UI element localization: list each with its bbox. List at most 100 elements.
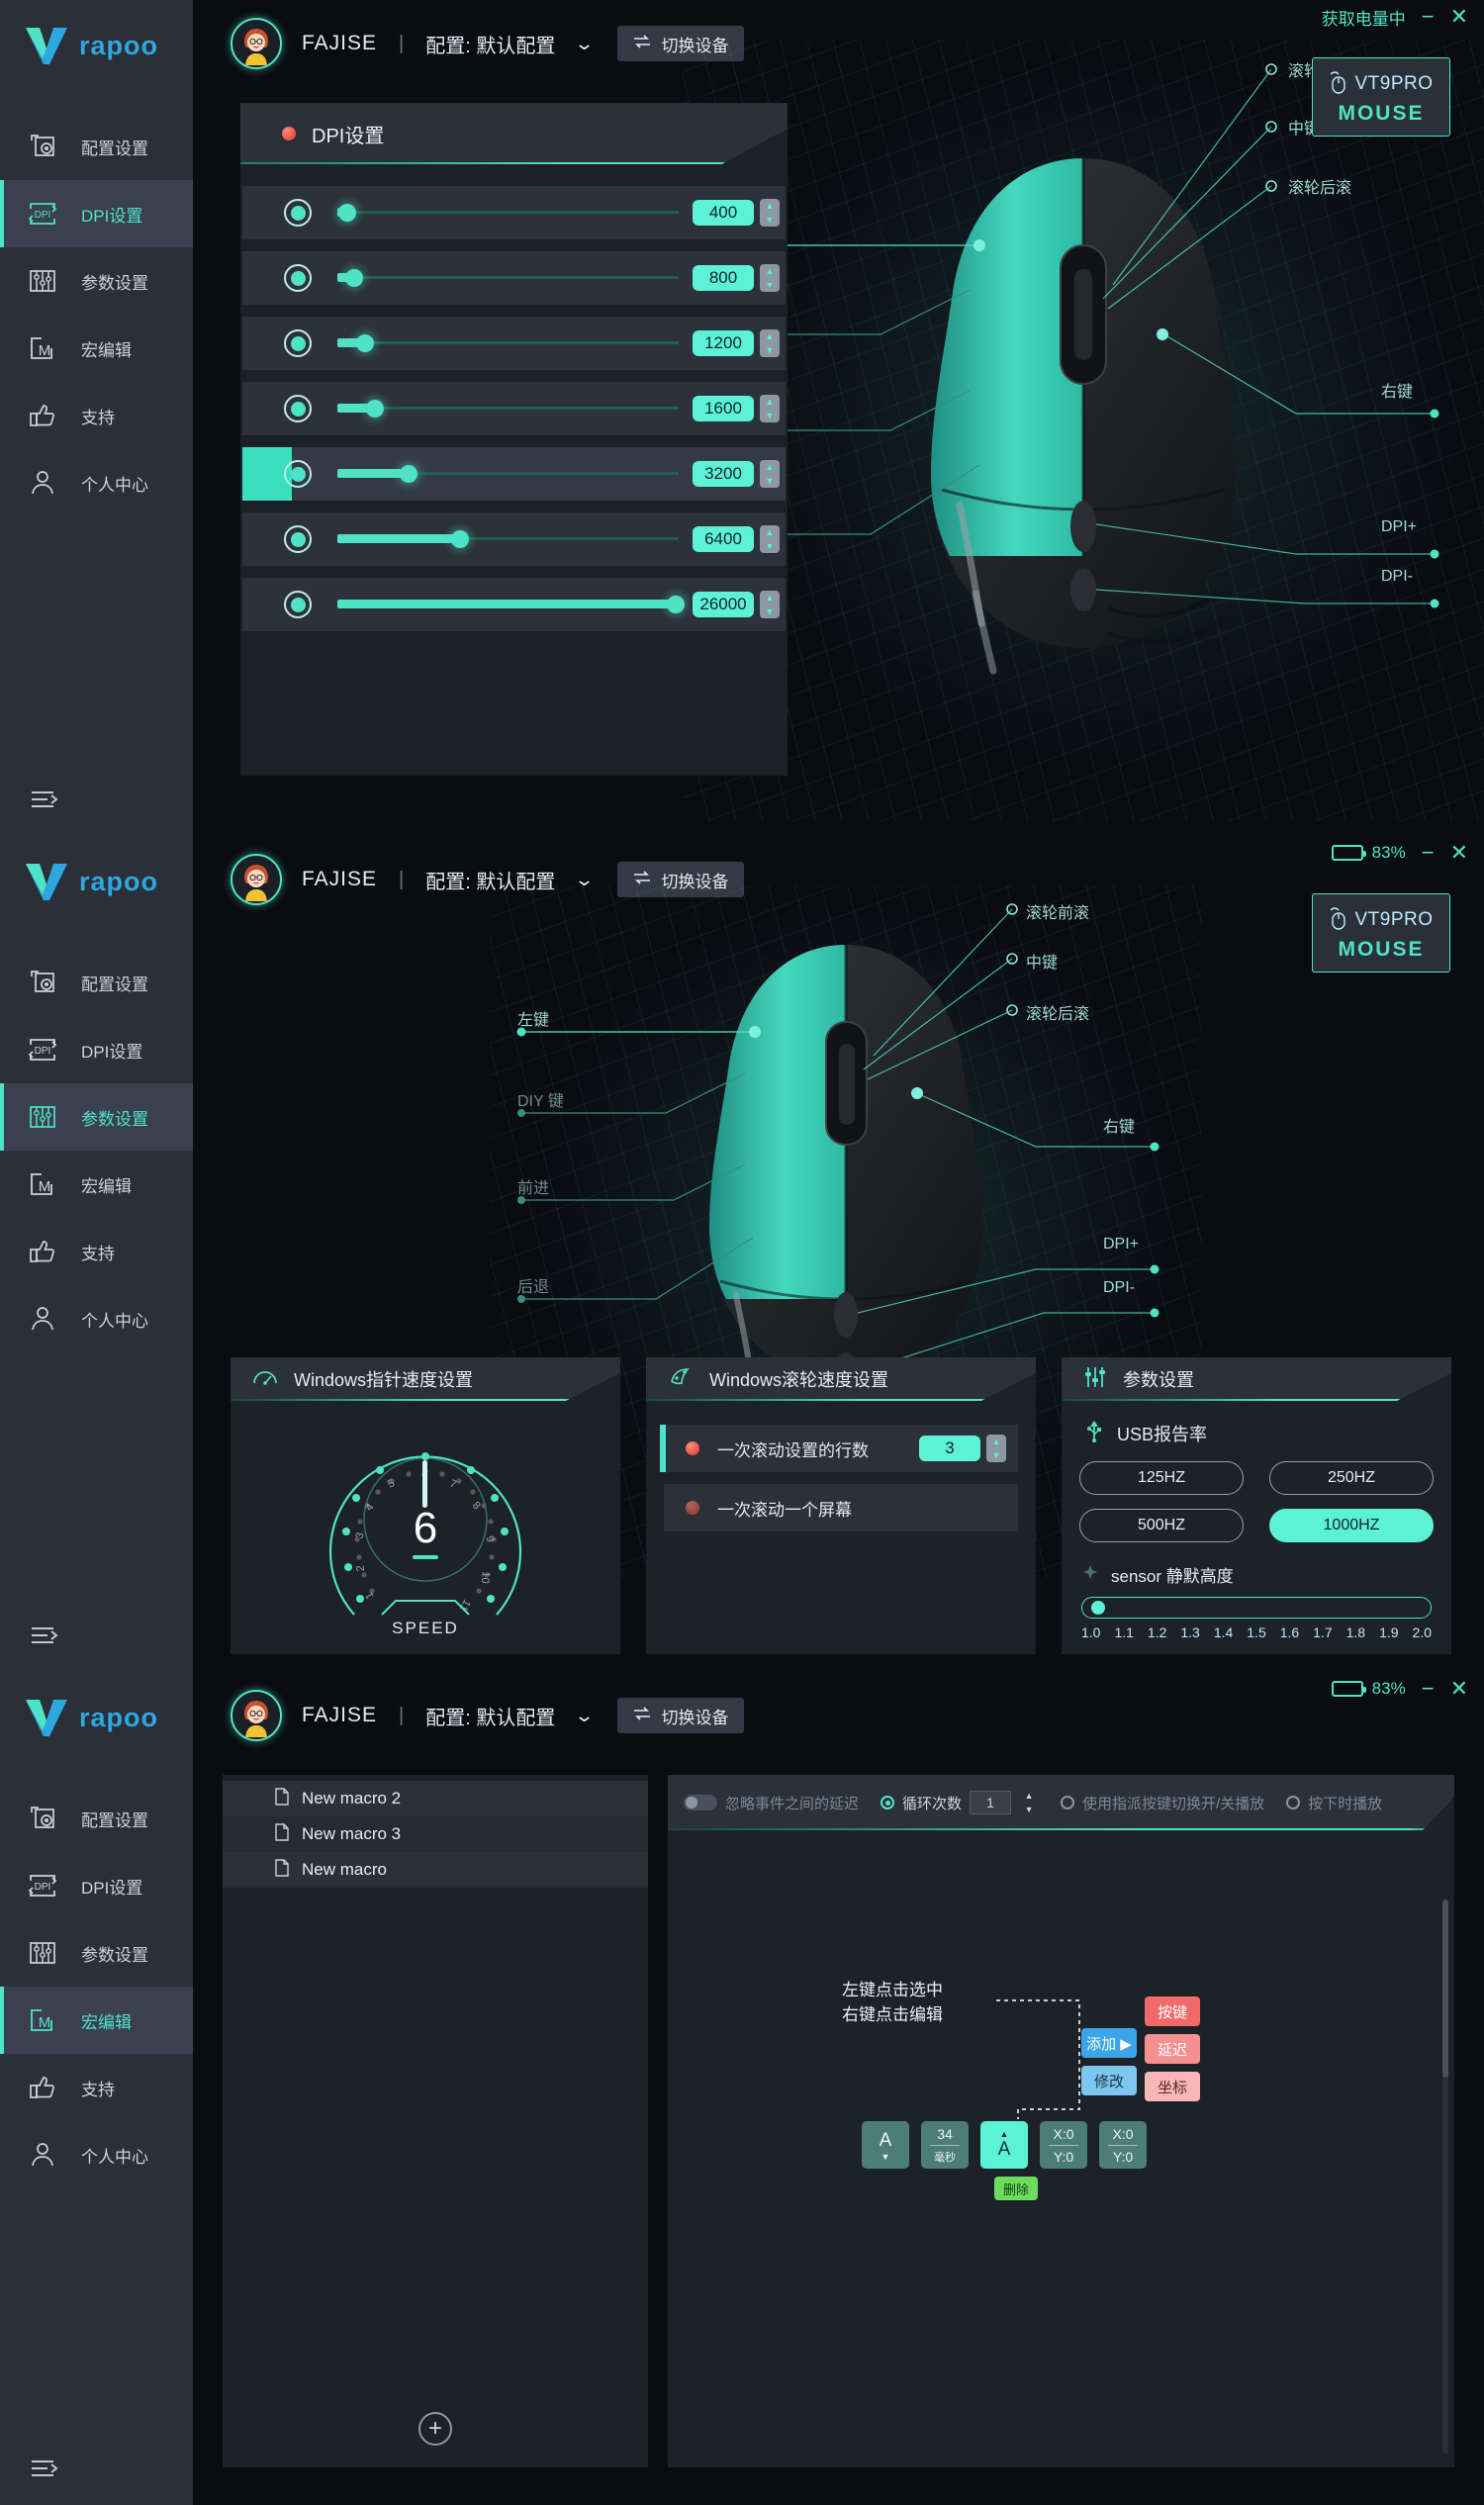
- dpi-value[interactable]: 26000: [693, 592, 754, 617]
- scroll-row-screen[interactable]: 一次滚动一个屏幕: [664, 1484, 1018, 1531]
- sidebar-collapse-button[interactable]: [0, 767, 193, 836]
- dpi-stepper[interactable]: 26000 ▲ ▼: [693, 591, 780, 618]
- dpi-row[interactable]: 800 ▲ ▼: [242, 251, 786, 305]
- dpi-stepper[interactable]: 6400 ▲ ▼: [693, 525, 780, 553]
- dpi-row[interactable]: 6400 ▲ ▼: [242, 512, 786, 566]
- sensor-height-slider[interactable]: [1081, 1597, 1432, 1619]
- sidebar-item-macro[interactable]: M 宏编辑: [0, 315, 193, 382]
- dpi-row[interactable]: 1600 ▲ ▼: [242, 382, 786, 435]
- dpi-spin-buttons[interactable]: ▲ ▼: [760, 460, 780, 488]
- dpi-value[interactable]: 1600: [693, 396, 754, 421]
- dpi-value[interactable]: 1200: [693, 330, 754, 356]
- dpi-spin-buttons[interactable]: ▲ ▼: [760, 264, 780, 292]
- scroll-lines-value[interactable]: 3: [919, 1436, 980, 1461]
- rate-option-500[interactable]: 500HZ: [1079, 1509, 1244, 1542]
- sidebar-item-macro[interactable]: M 宏编辑: [0, 1987, 193, 2054]
- scroll-row-lines[interactable]: 一次滚动设置的行数 3 ▲ ▼: [660, 1425, 1018, 1472]
- dpi-spin-buttons[interactable]: ▲ ▼: [760, 395, 780, 422]
- dpi-radio[interactable]: [284, 525, 312, 553]
- sidebar-item-user-center[interactable]: 个人中心: [0, 2121, 193, 2188]
- loop-count-spin-buttons[interactable]: ▲ ▼: [1019, 1789, 1039, 1816]
- sidebar-item-user-center[interactable]: 个人中心: [0, 1285, 193, 1352]
- sidebar-item-profile-settings[interactable]: 配置设置: [0, 1785, 193, 1852]
- sidebar-collapse-button[interactable]: [0, 1603, 193, 1672]
- sidebar-item-dpi-settings[interactable]: DPI DPI设置: [0, 180, 193, 247]
- minimize-button[interactable]: −: [1422, 6, 1435, 28]
- dpi-radio[interactable]: [284, 395, 312, 422]
- context-coord-button[interactable]: 坐标: [1145, 2072, 1200, 2101]
- loop-count-option[interactable]: 循环次数 1 ▲ ▼: [881, 1789, 1039, 1816]
- macro-event-coord-1[interactable]: X:0 Y:0: [1040, 2121, 1087, 2169]
- sidebar-item-dpi-settings[interactable]: DPI DPI设置: [0, 1852, 193, 1919]
- dpi-value[interactable]: 6400: [693, 526, 754, 552]
- dpi-row-selected[interactable]: 3200 ▲ ▼: [242, 447, 786, 501]
- dpi-spin-buttons[interactable]: ▲ ▼: [760, 525, 780, 553]
- close-button[interactable]: ✕: [1450, 842, 1468, 864]
- rate-option-125[interactable]: 125HZ: [1079, 1461, 1244, 1495]
- sidebar-item-support[interactable]: 支持: [0, 382, 193, 449]
- sensor-slider-knob[interactable]: [1091, 1601, 1105, 1615]
- dpi-slider[interactable]: [337, 204, 679, 222]
- rate-option-1000[interactable]: 1000HZ: [1269, 1509, 1434, 1542]
- sidebar-item-profile-settings[interactable]: 配置设置: [0, 949, 193, 1016]
- dpi-slider[interactable]: [337, 530, 679, 548]
- avatar[interactable]: [231, 1690, 282, 1741]
- ignore-delay-toggle[interactable]: 忽略事件之间的延迟: [684, 1793, 859, 1813]
- toggle-switch-icon[interactable]: [684, 1795, 717, 1810]
- avatar[interactable]: [231, 18, 282, 69]
- dpi-spin-buttons[interactable]: ▲ ▼: [760, 199, 780, 227]
- dpi-stepper[interactable]: 1200 ▲ ▼: [693, 329, 780, 357]
- toggle-play-option[interactable]: 使用指派按键切换开/关播放: [1061, 1793, 1264, 1813]
- dpi-radio[interactable]: [284, 460, 312, 488]
- radio-icon[interactable]: [1286, 1796, 1301, 1809]
- device-badge-2[interactable]: VT9PRO MOUSE: [1312, 893, 1450, 973]
- dpi-slider[interactable]: [337, 334, 679, 352]
- avatar[interactable]: [231, 854, 282, 905]
- context-add-button[interactable]: 添加 ▶: [1081, 2028, 1137, 2058]
- pointer-speed-dial[interactable]: 1 2 3 4 5 6 7 8 9 10: [311, 1421, 540, 1637]
- dpi-row[interactable]: 26000 ▲ ▼: [242, 578, 786, 631]
- dpi-value[interactable]: 3200: [693, 461, 754, 487]
- macro-list-item[interactable]: New macro 2: [223, 1781, 648, 1816]
- radio-icon[interactable]: [881, 1796, 895, 1809]
- dpi-stepper[interactable]: 1600 ▲ ▼: [693, 395, 780, 422]
- dpi-slider[interactable]: [337, 269, 679, 287]
- scroll-lines-spin-buttons[interactable]: ▲ ▼: [986, 1435, 1006, 1462]
- macro-list-item[interactable]: New macro: [223, 1852, 648, 1888]
- context-delay-button[interactable]: 延迟: [1145, 2034, 1200, 2064]
- dpi-row[interactable]: 400 ▲ ▼: [242, 186, 786, 239]
- macro-delete-button[interactable]: 删除: [994, 2177, 1038, 2200]
- macro-event-coord-2[interactable]: X:0 Y:0: [1099, 2121, 1147, 2169]
- close-button[interactable]: ✕: [1450, 6, 1468, 28]
- dpi-slider[interactable]: [337, 400, 679, 418]
- macro-event-key-up[interactable]: ▲ A: [980, 2121, 1028, 2169]
- context-modify-button[interactable]: 修改: [1081, 2066, 1137, 2095]
- dpi-spin-buttons[interactable]: ▲ ▼: [760, 591, 780, 618]
- context-key-button[interactable]: 按键: [1145, 1996, 1200, 2026]
- radio-icon[interactable]: [1061, 1796, 1075, 1809]
- sidebar-collapse-button[interactable]: [0, 2436, 193, 2505]
- loop-count-value[interactable]: 1: [970, 1791, 1012, 1814]
- chevron-down-icon[interactable]: ⌄: [574, 1706, 595, 1726]
- macro-event-key-down[interactable]: A ▼: [862, 2121, 909, 2169]
- dpi-radio[interactable]: [284, 199, 312, 227]
- rate-option-250[interactable]: 250HZ: [1269, 1461, 1434, 1495]
- chevron-down-icon[interactable]: ⌄: [574, 34, 595, 54]
- sidebar-item-parameters[interactable]: 参数设置: [0, 1083, 193, 1151]
- macro-scrollbar[interactable]: [1442, 1900, 1448, 2454]
- sidebar-item-parameters[interactable]: 参数设置: [0, 247, 193, 315]
- dpi-stepper[interactable]: 3200 ▲ ▼: [693, 460, 780, 488]
- close-button[interactable]: ✕: [1450, 1678, 1468, 1700]
- dpi-stepper[interactable]: 800 ▲ ▼: [693, 264, 780, 292]
- sidebar-item-parameters[interactable]: 参数设置: [0, 1919, 193, 1987]
- sidebar-item-profile-settings[interactable]: 配置设置: [0, 113, 193, 180]
- dpi-radio[interactable]: [284, 264, 312, 292]
- press-play-option[interactable]: 按下时播放: [1286, 1793, 1382, 1813]
- sidebar-item-macro[interactable]: M 宏编辑: [0, 1151, 193, 1218]
- dpi-radio[interactable]: [284, 329, 312, 357]
- sidebar-item-support[interactable]: 支持: [0, 1218, 193, 1285]
- macro-event-delay[interactable]: 34 毫秒: [921, 2121, 969, 2169]
- dpi-value[interactable]: 800: [693, 265, 754, 291]
- dpi-value[interactable]: 400: [693, 200, 754, 226]
- sidebar-item-user-center[interactable]: 个人中心: [0, 449, 193, 516]
